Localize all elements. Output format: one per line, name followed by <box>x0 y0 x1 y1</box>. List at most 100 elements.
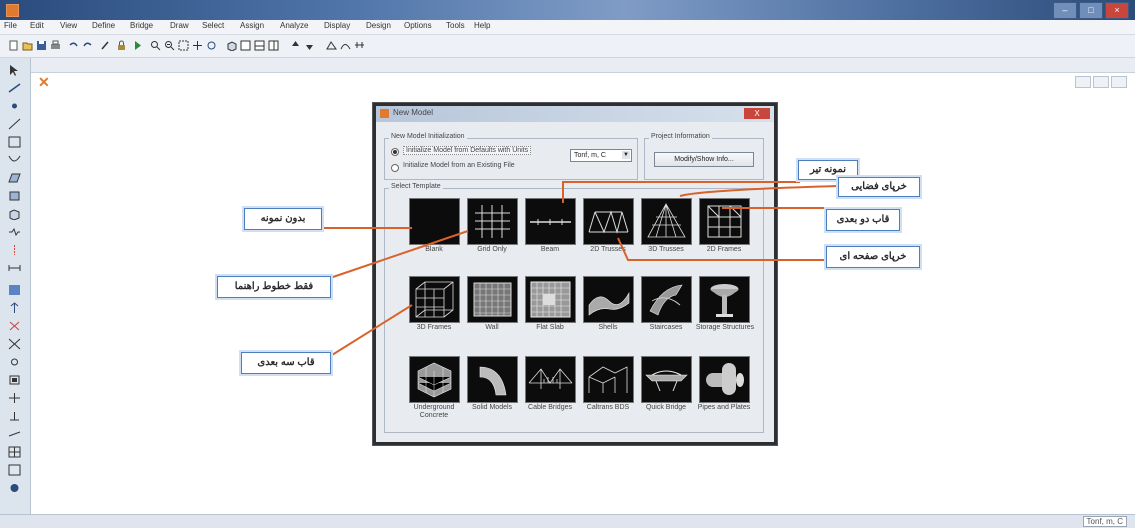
snap-ends-icon[interactable] <box>8 374 21 386</box>
restore-selection-icon[interactable] <box>8 302 21 314</box>
redo-icon[interactable] <box>82 40 93 51</box>
template-pipes-and-plates[interactable] <box>699 356 750 403</box>
run-analysis-icon[interactable] <box>132 40 143 51</box>
units-status[interactable]: Tonf, m, C <box>1082 516 1127 527</box>
snap-joints-icon[interactable] <box>8 356 21 368</box>
menu-display[interactable]: Display <box>324 21 350 30</box>
show-forces-icon[interactable] <box>354 40 365 51</box>
template-quick-bridge[interactable] <box>641 356 692 403</box>
menu-edit[interactable]: Edit <box>30 21 44 30</box>
print-icon[interactable] <box>50 40 61 51</box>
snap-perpendicular-icon[interactable] <box>8 410 21 422</box>
open-icon[interactable] <box>22 40 33 51</box>
template-shells[interactable] <box>583 276 634 323</box>
template-grid-only[interactable] <box>467 198 518 245</box>
snap-point-icon[interactable] <box>8 482 21 494</box>
pan-icon[interactable] <box>192 40 203 51</box>
init-defaults-radio[interactable] <box>391 148 399 156</box>
show-deformed-icon[interactable] <box>340 40 351 51</box>
menu-design[interactable]: Design <box>366 21 391 30</box>
template-label: 2D Frames <box>706 246 742 253</box>
init-file-radio[interactable] <box>391 164 399 172</box>
draw-solid-icon[interactable] <box>8 208 21 220</box>
reshape-icon[interactable] <box>8 82 21 94</box>
clear-selection-icon[interactable] <box>8 320 21 332</box>
xz-view-icon[interactable] <box>254 40 265 51</box>
template-underground-concrete[interactable] <box>409 356 460 403</box>
template-cable-bridges[interactable] <box>525 356 576 403</box>
doc-minimize-button[interactable] <box>1075 76 1091 88</box>
snap-intersection-icon[interactable] <box>8 392 21 404</box>
dialog-close-button[interactable]: X <box>744 108 770 119</box>
template-beam[interactable] <box>525 198 576 245</box>
undo-icon[interactable] <box>68 40 79 51</box>
snap-fine-grid-icon[interactable] <box>8 464 21 476</box>
modify-show-info-button[interactable]: Modify/Show Info... <box>654 152 754 167</box>
draw-section-cut-icon[interactable] <box>8 244 21 256</box>
save-icon[interactable] <box>36 40 47 51</box>
template-2d-frames[interactable] <box>699 198 750 245</box>
menu-bridge[interactable]: Bridge <box>130 21 153 30</box>
menu-view[interactable]: View <box>60 21 77 30</box>
menu-draw[interactable]: Draw <box>170 21 189 30</box>
doc-close-button[interactable] <box>1111 76 1127 88</box>
snap-lines-icon[interactable] <box>8 428 21 440</box>
xy-view-icon[interactable] <box>240 40 251 51</box>
init-defaults-label[interactable]: Initialize Model from Defaults with Unit… <box>403 146 532 155</box>
menu-file[interactable]: File <box>4 21 17 30</box>
units-select[interactable]: Tonf, m, C ▼ <box>570 149 632 162</box>
template-solid-models[interactable] <box>467 356 518 403</box>
template-2d-trusses[interactable] <box>583 198 634 245</box>
draw-link-icon[interactable] <box>8 226 21 238</box>
template-label: Beam <box>540 246 560 253</box>
draw-area-icon[interactable] <box>8 172 21 184</box>
template-storage-structures[interactable] <box>699 276 750 323</box>
template-blank[interactable] <box>409 198 460 245</box>
template-flat-slab[interactable] <box>525 276 576 323</box>
minimize-button[interactable]: – <box>1053 2 1077 19</box>
template-3d-trusses[interactable] <box>641 198 692 245</box>
pencil-icon[interactable] <box>100 40 111 51</box>
pointer-icon[interactable] <box>8 64 21 76</box>
zoom-in-icon[interactable] <box>150 40 161 51</box>
init-file-label[interactable]: Initialize Model from an Existing File <box>403 162 515 169</box>
draw-cable-icon[interactable] <box>8 154 21 166</box>
menu-help[interactable]: Help <box>474 21 490 30</box>
draw-dimension-icon[interactable] <box>8 262 21 274</box>
down-arrow-icon[interactable] <box>304 40 315 51</box>
draw-rect-area-icon[interactable] <box>8 190 21 202</box>
menu-tools[interactable]: Tools <box>446 21 465 30</box>
new-model-icon[interactable] <box>8 40 19 51</box>
menu-options[interactable]: Options <box>404 21 432 30</box>
zoom-window-icon[interactable] <box>178 40 189 51</box>
yz-view-icon[interactable] <box>268 40 279 51</box>
3d-view-icon[interactable] <box>226 40 237 51</box>
template-caltrans-bsd[interactable] <box>583 356 634 403</box>
draw-frame-icon[interactable] <box>8 118 21 130</box>
select-all-icon[interactable] <box>8 284 21 296</box>
lock-icon[interactable] <box>116 40 127 51</box>
draw-joint-icon[interactable] <box>8 100 21 112</box>
show-undeformed-icon[interactable] <box>326 40 337 51</box>
up-arrow-icon[interactable] <box>290 40 301 51</box>
maximize-button[interactable]: □ <box>1079 2 1103 19</box>
intersecting-line-icon[interactable] <box>8 338 21 350</box>
template-wall[interactable] <box>467 276 518 323</box>
doc-restore-button[interactable] <box>1093 76 1109 88</box>
underground-concrete-icon <box>417 362 452 398</box>
pipe-plate-icon <box>706 363 744 395</box>
snap-grid-icon[interactable] <box>8 446 21 458</box>
quick-bridge-icon <box>645 370 688 392</box>
close-button[interactable]: × <box>1105 2 1129 19</box>
close-model-window-icon[interactable]: ✕ <box>38 74 50 91</box>
refresh-icon[interactable] <box>206 40 217 51</box>
left-toolbar <box>0 58 31 514</box>
menu-analyze[interactable]: Analyze <box>280 21 308 30</box>
template-staircases[interactable] <box>641 276 692 323</box>
template-3d-frames[interactable] <box>409 276 460 323</box>
zoom-out-icon[interactable] <box>164 40 175 51</box>
quick-frame-icon[interactable] <box>8 136 21 148</box>
menu-define[interactable]: Define <box>92 21 115 30</box>
menu-select[interactable]: Select <box>202 21 224 30</box>
menu-assign[interactable]: Assign <box>240 21 264 30</box>
